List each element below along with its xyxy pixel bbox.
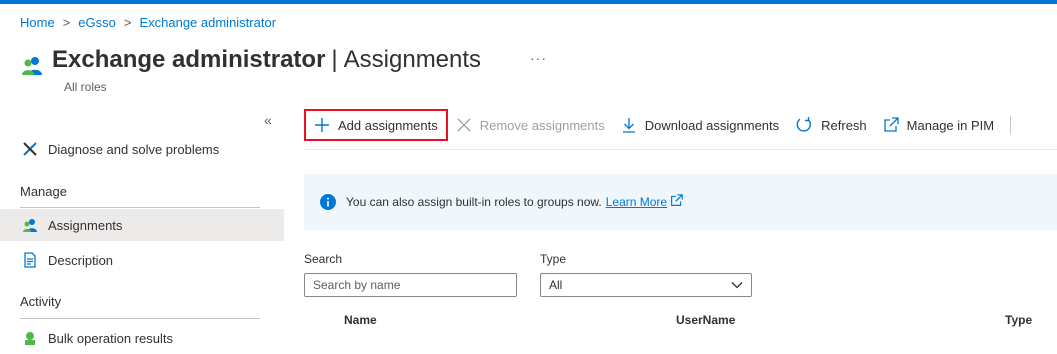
sidebar-item-label: Diagnose and solve problems (48, 141, 220, 157)
remove-assignments-label: Remove assignments (479, 117, 605, 133)
info-banner: You can also assign built-in roles to gr… (304, 174, 1057, 230)
plus-icon (314, 117, 330, 133)
toolbar-separator (304, 149, 1057, 150)
remove-assignments-button[interactable]: Remove assignments (448, 109, 613, 141)
breadcrumb-home[interactable]: Home (20, 15, 55, 30)
column-header-name[interactable]: Name (344, 313, 377, 327)
refresh-label: Refresh (821, 117, 867, 133)
column-header-type[interactable]: Type (1005, 313, 1032, 327)
sidebar-item-assignments[interactable]: Assignments (0, 209, 284, 241)
manage-in-pim-label: Manage in PIM (906, 117, 995, 133)
breadcrumb-egsso[interactable]: eGsso (78, 15, 116, 30)
breadcrumb-separator: > (62, 15, 71, 30)
external-link-icon[interactable] (670, 194, 683, 210)
page-title: Exchange administrator | Assignments (52, 45, 481, 75)
title-pipe: | (331, 46, 338, 73)
add-assignments-label: Add assignments (338, 117, 438, 133)
users-role-icon (20, 53, 44, 77)
breadcrumb: Home > eGsso > Exchange administrator (20, 15, 276, 30)
nav-divider (20, 318, 260, 319)
close-icon (456, 117, 472, 133)
breadcrumb-exchange-administrator[interactable]: Exchange administrator (139, 15, 276, 30)
nav-section-activity: Activity (20, 294, 62, 309)
nav-section-manage: Manage (20, 184, 67, 199)
document-icon (22, 252, 38, 268)
sidebar-item-label: Description (48, 252, 114, 268)
page-subtitle: All roles (64, 80, 107, 94)
bulk-operation-icon (22, 330, 38, 346)
download-assignments-label: Download assignments (644, 117, 780, 133)
page-title-role: Exchange administrator (52, 46, 326, 73)
sidebar-item-bulk-operation-results[interactable]: Bulk operation results (0, 322, 284, 354)
collapse-sidebar-icon[interactable]: « (264, 112, 272, 128)
type-dropdown-value: All (549, 278, 563, 292)
chevron-down-icon (731, 278, 743, 292)
download-assignments-button[interactable]: Download assignments (613, 109, 787, 141)
type-label: Type (540, 252, 567, 266)
info-icon (320, 194, 336, 210)
download-icon (621, 117, 637, 133)
external-link-icon (883, 117, 899, 133)
sidebar-item-diagnose[interactable]: Diagnose and solve problems (0, 133, 284, 165)
manage-in-pim-button[interactable]: Manage in PIM (875, 109, 1002, 141)
page-title-section: Assignments (343, 46, 482, 73)
info-banner-text: You can also assign built-in roles to gr… (346, 195, 602, 209)
type-dropdown[interactable]: All (540, 273, 752, 297)
column-header-username[interactable]: UserName (676, 313, 735, 327)
users-icon (22, 217, 38, 233)
wrench-screwdriver-icon (22, 141, 38, 157)
sidebar-item-description[interactable]: Description (0, 244, 284, 276)
command-toolbar: Add assignments Remove assignments Downl… (304, 109, 1012, 141)
refresh-icon (795, 116, 813, 134)
more-options-icon[interactable]: ··· (530, 50, 547, 66)
sidebar-item-label: Assignments (48, 217, 123, 233)
search-input[interactable] (304, 273, 517, 297)
nav-divider (20, 207, 260, 208)
add-assignments-button[interactable]: Add assignments (304, 109, 448, 141)
sidebar-item-label: Bulk operation results (48, 330, 174, 346)
toolbar-divider (1010, 116, 1012, 134)
refresh-button[interactable]: Refresh (787, 109, 875, 141)
learn-more-link[interactable]: Learn More (606, 195, 667, 209)
top-accent-bar (0, 0, 1057, 4)
search-label: Search (304, 252, 343, 266)
breadcrumb-separator: > (123, 15, 132, 30)
page-header: Exchange administrator | Assignments (20, 45, 481, 77)
